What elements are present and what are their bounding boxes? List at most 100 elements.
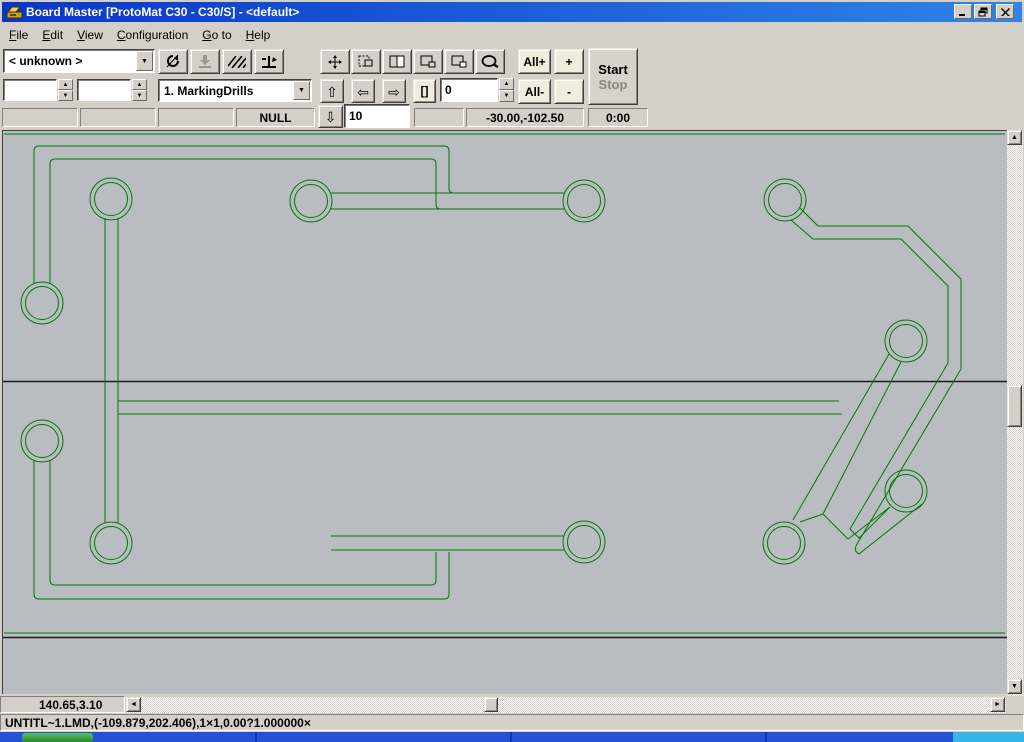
pad-outline bbox=[95, 183, 128, 216]
rotate-icon bbox=[164, 54, 182, 69]
step-repeat-button[interactable] bbox=[413, 49, 443, 74]
restore-button[interactable] bbox=[974, 4, 992, 19]
layer-select-value: 1. MarkingDrills bbox=[164, 84, 292, 98]
spin-down-icon[interactable]: ▼ bbox=[58, 90, 73, 101]
horizontal-scrollbar[interactable]: ◄ ► bbox=[126, 697, 1006, 713]
minus-button[interactable]: - bbox=[554, 79, 584, 104]
pad-outline bbox=[568, 526, 601, 559]
step-repeat2-icon bbox=[451, 55, 467, 68]
head-level-button[interactable] bbox=[254, 49, 284, 74]
scroll-left-button[interactable]: ◄ bbox=[126, 697, 141, 712]
start-stop-button[interactable]: Start Stop bbox=[588, 48, 638, 105]
vertical-scroll-thumb[interactable] bbox=[1007, 385, 1022, 427]
layer-select-combobox[interactable]: 1. MarkingDrills ▼ bbox=[158, 79, 312, 102]
scroll-up-button[interactable]: ▲ bbox=[1007, 130, 1022, 145]
spin-down-icon[interactable]: ▼ bbox=[499, 90, 514, 102]
pad-outline bbox=[885, 470, 927, 512]
menu-item-go-to[interactable]: Go to bbox=[195, 26, 238, 44]
spin-field-2-spinner[interactable]: ▲ ▼ bbox=[132, 79, 147, 101]
pad-outline bbox=[290, 180, 332, 222]
step-field[interactable]: 10 bbox=[344, 104, 410, 128]
status-info-bar: UNTITL~1.LMD,(-109.879,202.406),1×1,0.00… bbox=[0, 714, 1024, 731]
import-button[interactable] bbox=[190, 49, 220, 74]
pad-outline bbox=[21, 282, 63, 324]
plus-button[interactable]: + bbox=[554, 49, 584, 74]
rubout-button[interactable] bbox=[222, 49, 252, 74]
pad-outline bbox=[763, 522, 805, 564]
scroll-right-button[interactable]: ► bbox=[990, 697, 1005, 712]
tool-select-value: < unknown > bbox=[9, 54, 135, 68]
board-master-window: { "window": { "title": "Board Master [Pr… bbox=[0, 0, 1024, 742]
bracket-button[interactable]: [] bbox=[413, 79, 436, 103]
status-cell-4 bbox=[414, 108, 464, 127]
all-minus-button[interactable]: All- bbox=[518, 79, 551, 104]
jog-down-button[interactable]: ⇩ bbox=[318, 105, 343, 128]
start-label: Start bbox=[598, 62, 628, 77]
close-button[interactable] bbox=[996, 4, 1014, 19]
pad-outline bbox=[768, 527, 801, 560]
pad-outline bbox=[769, 184, 802, 217]
select-copy-button[interactable] bbox=[351, 49, 381, 74]
pad-outline bbox=[21, 420, 63, 462]
duplicate-button[interactable] bbox=[382, 49, 412, 74]
pad-outline bbox=[563, 180, 605, 222]
pcb-canvas[interactable] bbox=[2, 130, 1007, 694]
menu-item-edit[interactable]: Edit bbox=[35, 26, 70, 44]
right-arrow-icon: ⇨ bbox=[388, 85, 400, 99]
zoom-icon bbox=[481, 55, 499, 69]
spin-down-icon[interactable]: ▼ bbox=[132, 90, 147, 101]
left-arrow-icon: ⇦ bbox=[357, 85, 369, 99]
move-button[interactable] bbox=[320, 49, 350, 74]
trace-outline bbox=[791, 220, 948, 538]
menu-item-help[interactable]: Help bbox=[239, 26, 278, 44]
step-repeat-icon bbox=[420, 55, 436, 68]
spin-field-1-spinner[interactable]: ▲ ▼ bbox=[58, 79, 73, 101]
tool-select-combobox[interactable]: < unknown > ▼ bbox=[3, 49, 155, 73]
menu-item-configuration[interactable]: Configuration bbox=[110, 26, 195, 44]
step-repeat2-button[interactable] bbox=[444, 49, 474, 74]
taskbar-start-button[interactable] bbox=[22, 733, 93, 742]
scroll-right-icon: ► bbox=[994, 701, 1001, 708]
speed-field[interactable]: 0 bbox=[440, 78, 498, 102]
import-icon bbox=[198, 55, 212, 68]
pcb-drawing bbox=[3, 131, 1007, 694]
speed-spinner[interactable]: ▲ ▼ bbox=[499, 78, 514, 102]
taskbar-tray[interactable] bbox=[953, 732, 1024, 742]
rubout-hatch-icon bbox=[228, 56, 246, 68]
up-arrow-icon: ⇧ bbox=[326, 85, 338, 99]
pad-outline bbox=[90, 522, 132, 564]
pad-outline bbox=[890, 325, 923, 358]
rotate-button[interactable] bbox=[158, 49, 188, 74]
spin-up-icon[interactable]: ▲ bbox=[132, 79, 147, 90]
status-cell-3 bbox=[158, 108, 234, 127]
menu-item-file[interactable]: File bbox=[2, 26, 35, 44]
minimize-button[interactable] bbox=[954, 4, 972, 19]
menu-item-view[interactable]: View bbox=[70, 26, 110, 44]
window-title: Board Master [ProtoMat C30 - C30/S] - <d… bbox=[26, 5, 299, 19]
stop-label: Stop bbox=[599, 77, 628, 92]
zoom-button[interactable] bbox=[475, 49, 505, 74]
null-status-cell: NULL bbox=[236, 108, 315, 127]
title-bar[interactable]: Board Master [ProtoMat C30 - C30/S] - <d… bbox=[2, 2, 1022, 22]
vertical-scrollbar[interactable]: ▲ ▼ bbox=[1007, 130, 1023, 696]
taskbar-separator bbox=[510, 732, 512, 742]
spin-field-2[interactable] bbox=[77, 79, 131, 101]
pad-outline bbox=[563, 521, 605, 563]
spin-field-1[interactable] bbox=[3, 79, 57, 101]
jog-left-button[interactable]: ⇦ bbox=[351, 79, 375, 103]
chevron-down-icon[interactable]: ▼ bbox=[136, 51, 153, 71]
chevron-down-icon[interactable]: ▼ bbox=[293, 81, 310, 100]
pad-outline bbox=[890, 475, 923, 508]
scroll-down-button[interactable]: ▼ bbox=[1007, 679, 1022, 694]
jog-right-button[interactable]: ⇨ bbox=[382, 79, 406, 103]
jog-up-button[interactable]: ⇧ bbox=[320, 79, 344, 103]
spin-up-icon[interactable]: ▲ bbox=[499, 78, 514, 90]
select-copy-icon bbox=[358, 55, 374, 69]
speed-value: 0 bbox=[445, 83, 452, 97]
horizontal-scroll-thumb[interactable] bbox=[484, 697, 498, 712]
head-level-icon bbox=[260, 55, 278, 69]
spin-up-icon[interactable]: ▲ bbox=[58, 79, 73, 90]
pad-outline bbox=[885, 320, 927, 362]
all-plus-button[interactable]: All+ bbox=[518, 49, 551, 74]
scrollbar-corner bbox=[1007, 697, 1024, 713]
